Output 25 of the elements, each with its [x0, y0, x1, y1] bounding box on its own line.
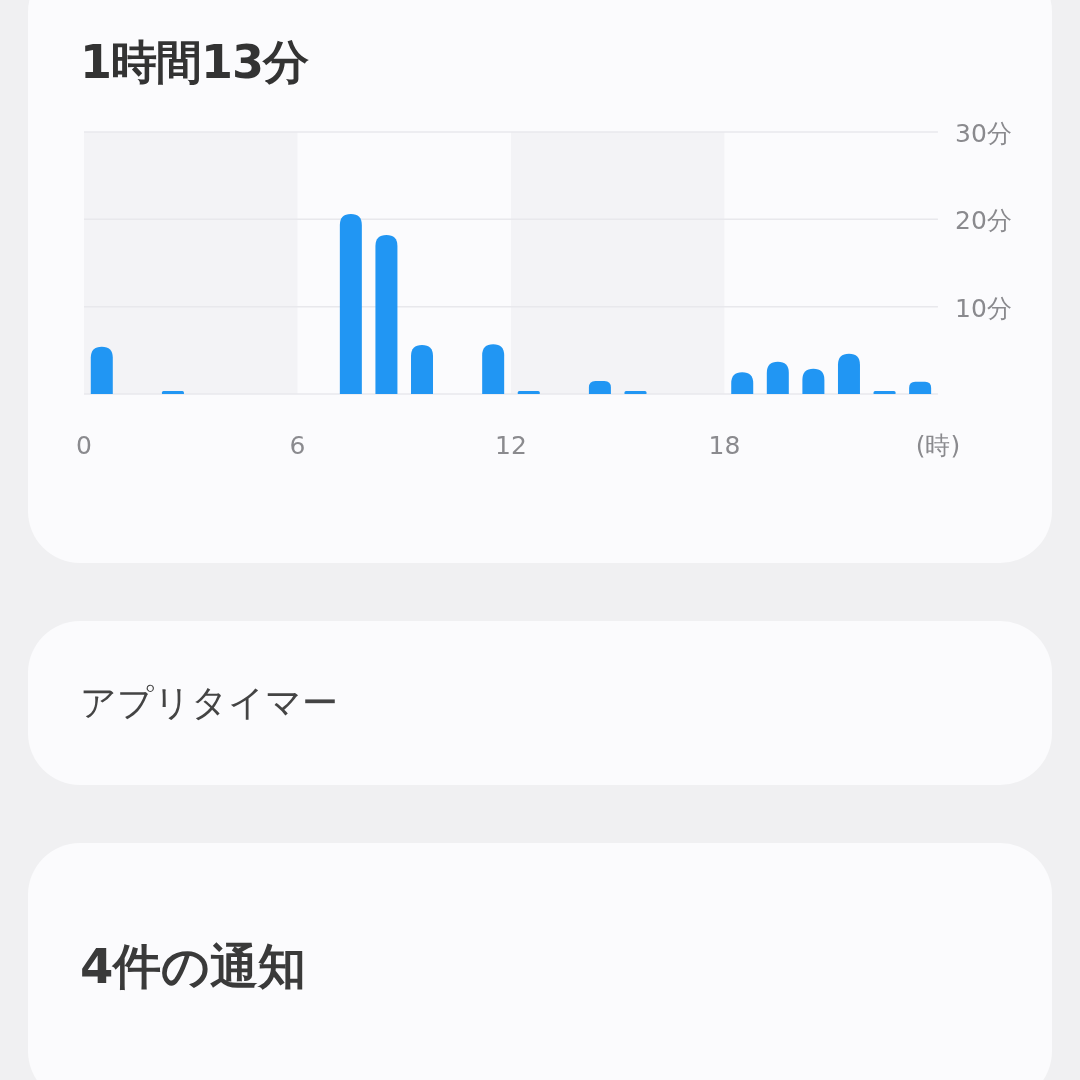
- usage-bar: [731, 372, 754, 394]
- usage-bar: [517, 391, 540, 394]
- x-axis-label: 12: [495, 431, 527, 460]
- usage-bar: [802, 368, 825, 394]
- notification-count: 4件の通知: [80, 937, 308, 996]
- x-axis-label: 0: [76, 431, 92, 460]
- y-axis-label: 10分: [955, 293, 1012, 323]
- usage-bar: [588, 380, 611, 394]
- notifications-card[interactable]: 4件の通知: [28, 843, 1052, 1080]
- app-timer-label: アプリタイマー: [80, 680, 338, 725]
- y-axis-label: 20分: [955, 206, 1012, 236]
- app-timer-card[interactable]: アプリタイマー: [28, 621, 1052, 785]
- x-axis-unit: (時): [915, 431, 961, 460]
- y-axis-label: 30分: [955, 119, 1012, 148]
- usage-bar: [873, 391, 896, 394]
- total-usage-time: 1時間13分: [79, 34, 310, 91]
- usage-bar: [624, 391, 647, 394]
- usage-bar: [766, 361, 789, 394]
- usage-bar: [411, 345, 433, 394]
- usage-bar: [482, 344, 505, 394]
- usage-bar: [161, 391, 184, 394]
- x-axis-label: 18: [708, 431, 741, 460]
- usage-bar: [909, 381, 932, 394]
- x-axis-label: 6: [289, 431, 306, 460]
- usage-bar: [837, 353, 860, 394]
